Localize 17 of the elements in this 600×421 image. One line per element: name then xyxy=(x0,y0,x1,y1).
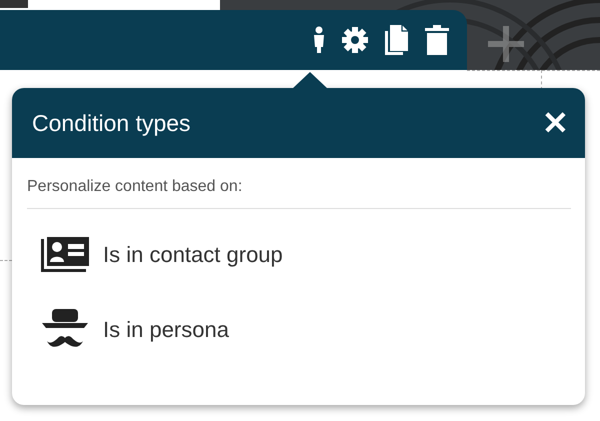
persona-button[interactable] xyxy=(313,26,325,54)
copy-button[interactable] xyxy=(385,25,409,55)
option-label: Is in contact group xyxy=(103,242,283,268)
person-icon xyxy=(313,26,325,54)
close-button[interactable]: ✕ xyxy=(542,107,569,139)
popover-title: Condition types xyxy=(32,110,191,136)
settings-button[interactable] xyxy=(341,26,369,54)
plus-icon xyxy=(488,26,524,62)
delete-button[interactable] xyxy=(425,25,449,55)
trash-icon xyxy=(425,25,449,55)
copy-icon xyxy=(385,25,409,55)
condition-option[interactable]: Is in contact group xyxy=(41,237,571,273)
condition-option[interactable]: Is in persona xyxy=(41,309,571,351)
settings-icon xyxy=(341,26,369,54)
option-label: Is in persona xyxy=(103,317,229,343)
popover-subtitle: Personalize content based on: xyxy=(27,178,571,209)
contact-card-icon xyxy=(41,237,89,273)
